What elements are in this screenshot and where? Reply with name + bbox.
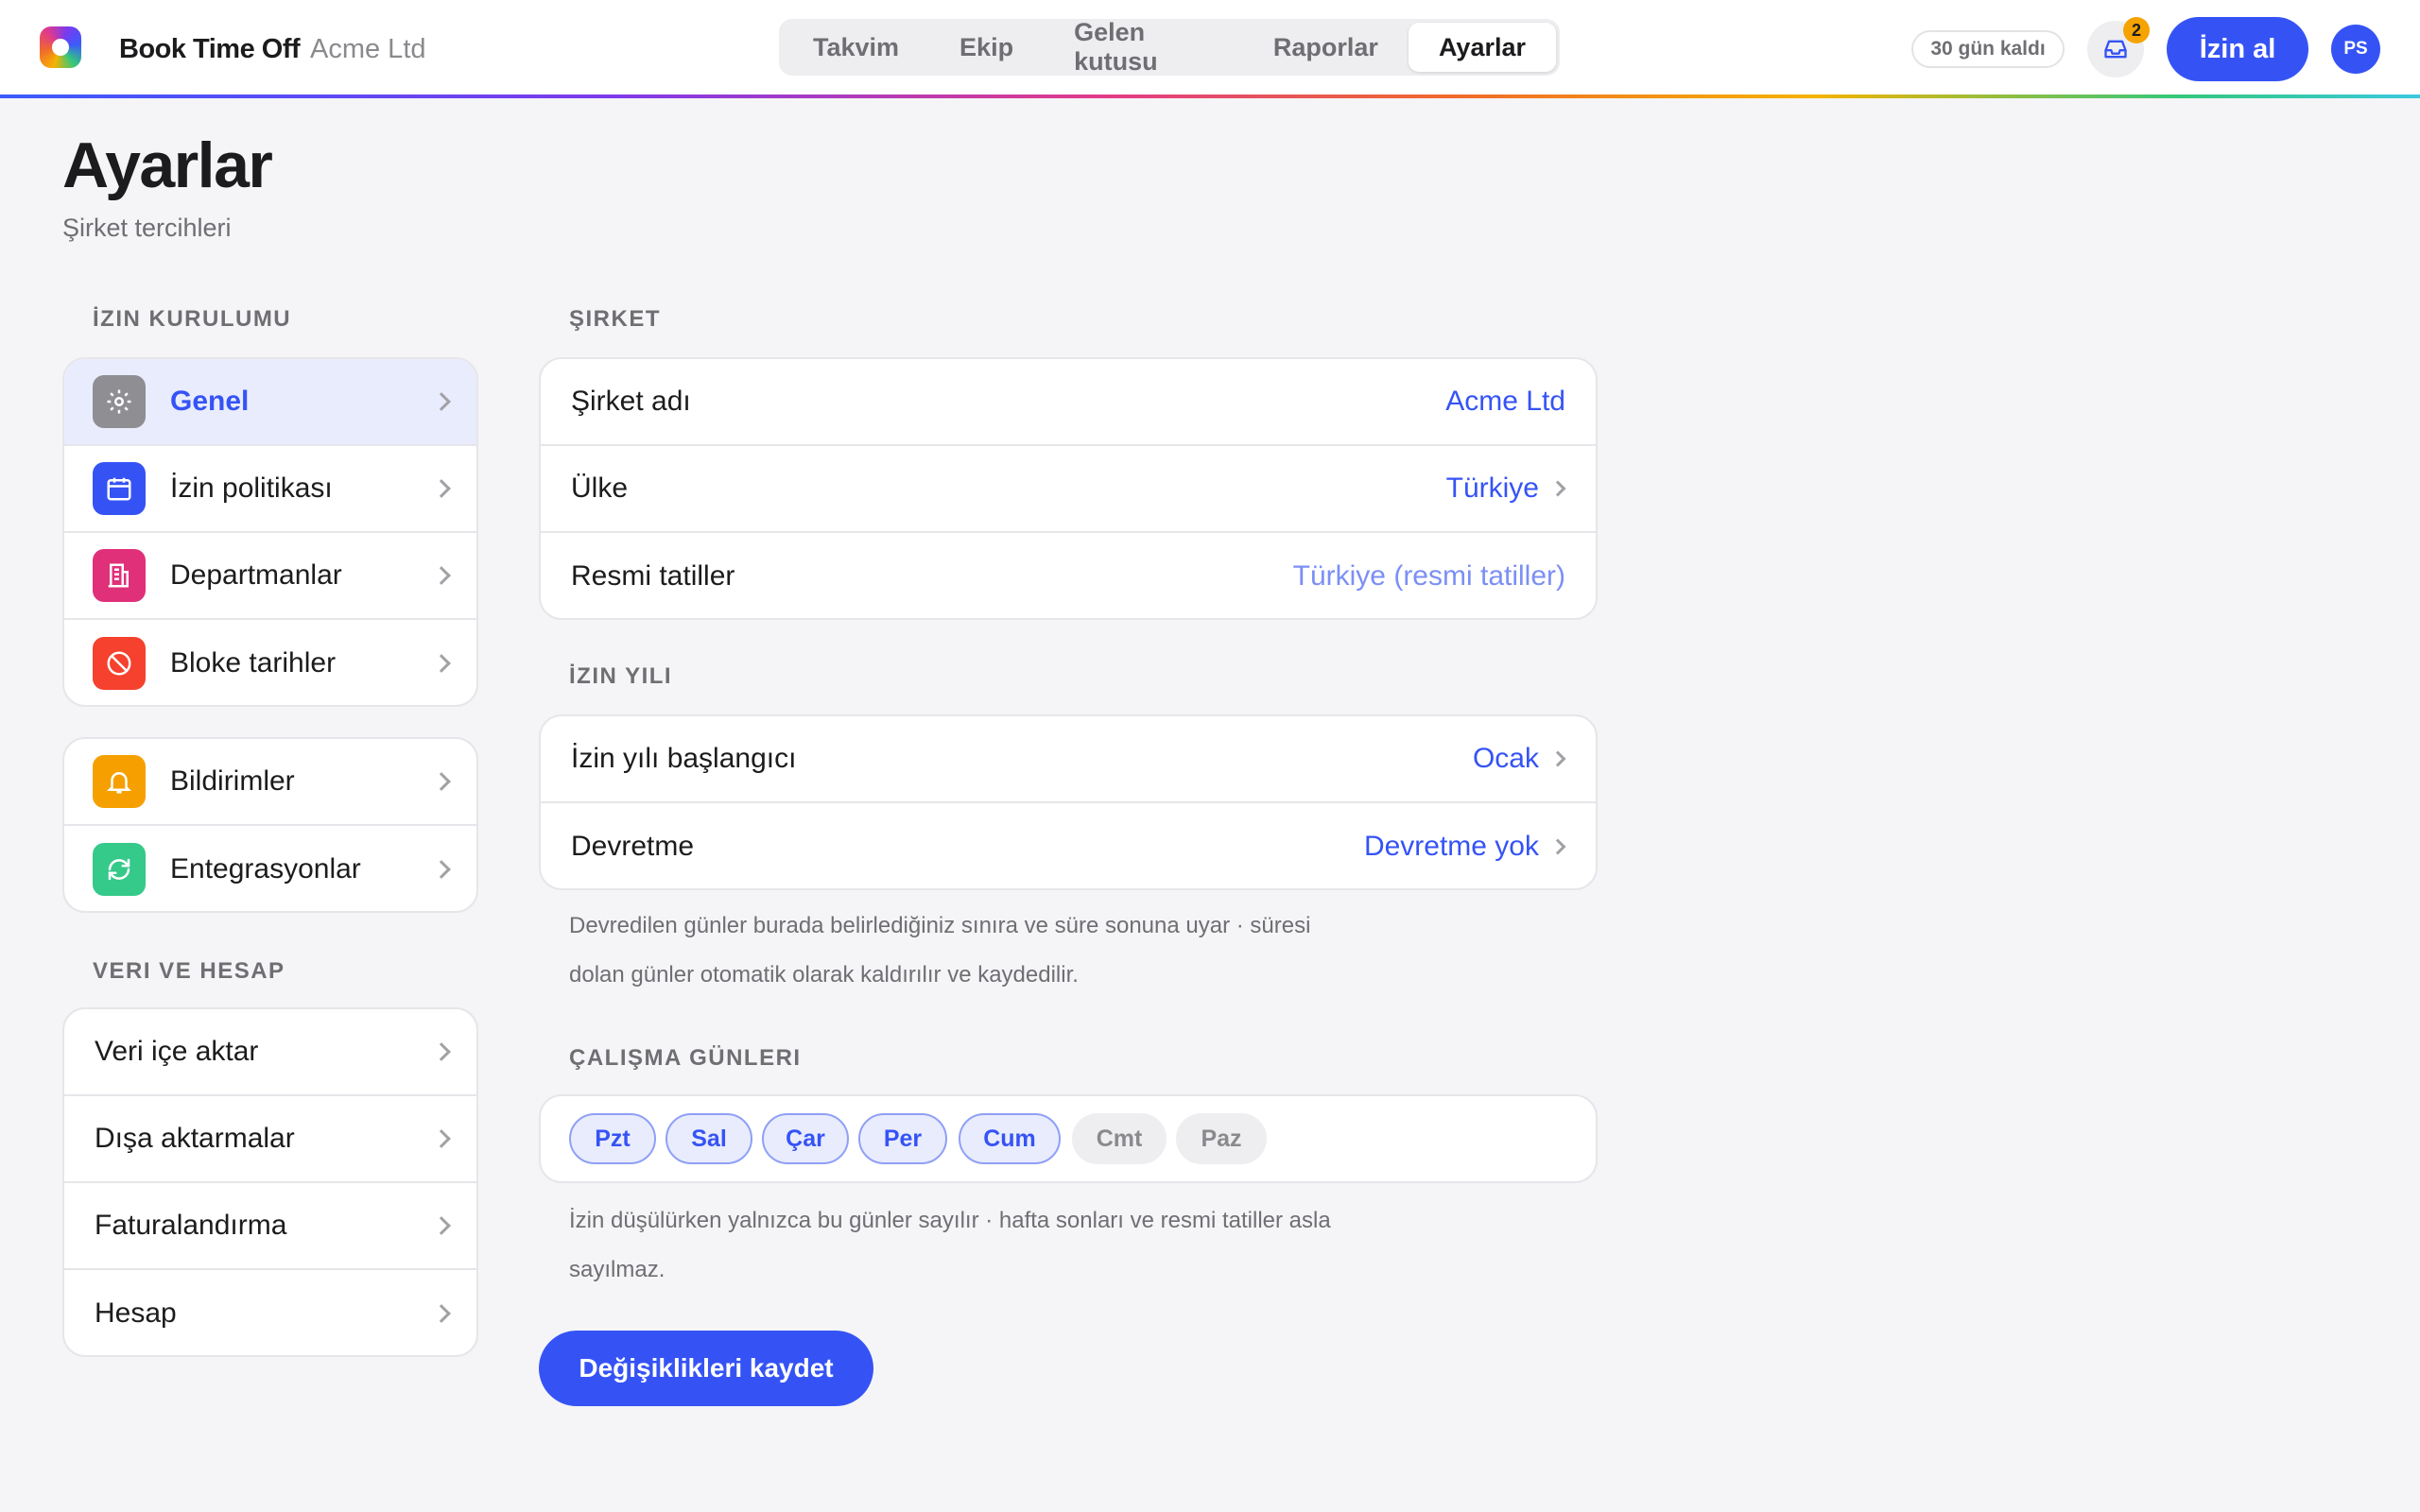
sidebar-group-notifications: Bildirimler Entegrasyonlar xyxy=(62,737,478,913)
sidebar-item-general[interactable]: Genel xyxy=(64,359,476,446)
chevron-right-icon xyxy=(432,1304,451,1323)
inbox-count-badge: 2 xyxy=(2123,17,2150,43)
company-name-value[interactable]: Acme Ltd xyxy=(1445,386,1565,418)
sidebar-item-label: Departmanlar xyxy=(170,559,342,591)
building-icon xyxy=(93,549,146,602)
chevron-right-icon xyxy=(1549,838,1566,855)
tab-settings[interactable]: Ayarlar xyxy=(1408,23,1556,72)
chevron-right-icon xyxy=(432,1129,451,1148)
chevron-right-icon xyxy=(432,1216,451,1235)
note-line: dolan günler otomatik olarak kaldırılır … xyxy=(569,962,1079,988)
sidebar-item-account[interactable]: Hesap xyxy=(64,1270,476,1355)
chevron-right-icon xyxy=(432,566,451,585)
bell-icon xyxy=(93,755,146,808)
public-holidays-row[interactable]: Resmi tatiller Türkiye (resmi tatiller) xyxy=(541,533,1596,618)
working-days-card: Pzt Sal Çar Per Cum Cmt Paz xyxy=(539,1094,1598,1183)
leave-year-start-value[interactable]: Ocak xyxy=(1473,743,1539,775)
company-settings-card: Şirket adı Acme Ltd Ülke Türkiye Resmi t… xyxy=(539,357,1598,620)
block-icon xyxy=(93,637,146,690)
sidebar-item-label: İzin politikası xyxy=(170,472,333,504)
sidebar-group-data-account: Veri içe aktar Dışa aktarmalar Faturalan… xyxy=(62,1007,478,1357)
sidebar-item-leave-policy[interactable]: İzin politikası xyxy=(64,446,476,533)
leave-year-start-row[interactable]: İzin yılı başlangıcı Ocak xyxy=(541,716,1596,803)
country-value[interactable]: Türkiye xyxy=(1446,472,1539,505)
day-chip-wed[interactable]: Çar xyxy=(762,1113,849,1164)
tab-team[interactable]: Ekip xyxy=(929,23,1044,72)
sidebar-item-label: Veri içe aktar xyxy=(95,1036,259,1067)
chevron-right-icon xyxy=(432,654,451,673)
day-chip-tue[interactable]: Sal xyxy=(666,1113,752,1164)
app-logo[interactable] xyxy=(40,26,81,68)
sidebar-item-exports[interactable]: Dışa aktarmalar xyxy=(64,1096,476,1183)
day-chip-sun[interactable]: Paz xyxy=(1176,1113,1267,1164)
sidebar-item-integrations[interactable]: Entegrasyonlar xyxy=(64,826,476,911)
sidebar-item-notifications[interactable]: Bildirimler xyxy=(64,739,476,826)
sidebar-item-blocked-dates[interactable]: Bloke tarihler xyxy=(64,620,476,705)
section-working-days-label: ÇALIŞMA GÜNLERI xyxy=(569,1045,802,1071)
day-chip-thu[interactable]: Per xyxy=(858,1113,947,1164)
save-changes-button[interactable]: Değişiklikleri kaydet xyxy=(539,1331,873,1406)
trial-badge[interactable]: 30 gün kaldı xyxy=(1911,30,2065,68)
page-subtitle: Şirket tercihleri xyxy=(62,214,232,242)
sidebar-section-leave-setup: İZIN KURULUMU xyxy=(93,306,292,332)
leave-year-card: İzin yılı başlangıcı Ocak Devretme Devre… xyxy=(539,714,1598,890)
country-row[interactable]: Ülke Türkiye xyxy=(541,446,1596,533)
working-days-note: İzin düşülürken yalnızca bu günler sayıl… xyxy=(569,1196,1514,1295)
book-leave-button[interactable]: İzin al xyxy=(2167,17,2308,81)
gear-icon xyxy=(93,375,146,428)
day-chip-mon[interactable]: Pzt xyxy=(569,1113,656,1164)
carryover-note: Devredilen günler burada belirlediğiniz … xyxy=(569,902,1514,1000)
calendar-icon xyxy=(93,462,146,515)
sync-icon xyxy=(93,843,146,896)
inbox-icon xyxy=(2104,40,2127,59)
tab-inbox[interactable]: Gelen kutusu xyxy=(1044,18,1243,76)
chevron-right-icon xyxy=(432,392,451,411)
sidebar-item-label: Genel xyxy=(170,386,250,417)
sidebar-section-data-account: VERI VE HESAP xyxy=(93,958,285,984)
brand-name: Book Time Off xyxy=(119,34,301,64)
section-leave-year-label: İZIN YILI xyxy=(569,663,673,689)
page-title: Ayarlar xyxy=(62,129,273,201)
row-label: Resmi tatiller xyxy=(571,560,735,592)
sidebar-group-leave-setup: Genel İzin politikası Departmanlar Bloke… xyxy=(62,357,478,707)
day-chip-fri[interactable]: Cum xyxy=(959,1113,1061,1164)
section-company-label: ŞIRKET xyxy=(569,306,662,332)
sidebar-item-label: Bloke tarihler xyxy=(170,647,337,679)
sidebar-item-import[interactable]: Veri içe aktar xyxy=(64,1009,476,1096)
sidebar-item-label: Faturalandırma xyxy=(95,1210,287,1241)
chevron-right-icon xyxy=(432,860,451,879)
row-label: İzin yılı başlangıcı xyxy=(571,743,797,774)
tab-reports[interactable]: Raporlar xyxy=(1243,23,1409,72)
carryover-value[interactable]: Devretme yok xyxy=(1364,831,1539,863)
tab-calendar[interactable]: Takvim xyxy=(783,23,929,72)
chevron-right-icon xyxy=(1549,750,1566,767)
chevron-right-icon xyxy=(432,772,451,791)
avatar[interactable]: PS xyxy=(2331,25,2380,74)
top-bar: Book Time Off Acme Ltd Takvim Ekip Gelen… xyxy=(0,0,2420,98)
carryover-row[interactable]: Devretme Devretme yok xyxy=(541,803,1596,888)
company-name: Acme Ltd xyxy=(310,34,426,64)
row-label: Şirket adı xyxy=(571,386,691,417)
day-chip-sat[interactable]: Cmt xyxy=(1072,1113,1167,1164)
sidebar-item-label: Entegrasyonlar xyxy=(170,853,361,885)
note-line: İzin düşülürken yalnızca bu günler sayıl… xyxy=(569,1208,1331,1233)
sidebar-item-label: Bildirimler xyxy=(170,765,295,797)
sidebar-item-departments[interactable]: Departmanlar xyxy=(64,533,476,620)
row-label: Ülke xyxy=(571,472,629,504)
row-label: Devretme xyxy=(571,831,695,862)
main-nav: Takvim Ekip Gelen kutusu Raporlar Ayarla… xyxy=(779,18,1560,76)
company-name-row[interactable]: Şirket adı Acme Ltd xyxy=(541,359,1596,446)
note-line: sayılmaz. xyxy=(569,1257,666,1282)
accent-gradient-line xyxy=(0,94,2420,98)
sidebar-item-label: Dışa aktarmalar xyxy=(95,1123,295,1154)
chevron-right-icon xyxy=(432,1042,451,1061)
chevron-right-icon xyxy=(432,479,451,498)
public-holidays-value[interactable]: Türkiye (resmi tatiller) xyxy=(1293,560,1565,593)
chevron-right-icon xyxy=(1549,480,1566,497)
sidebar-item-billing[interactable]: Faturalandırma xyxy=(64,1183,476,1270)
note-line: Devredilen günler burada belirlediğiniz … xyxy=(569,913,1311,938)
sidebar-item-label: Hesap xyxy=(95,1297,177,1329)
